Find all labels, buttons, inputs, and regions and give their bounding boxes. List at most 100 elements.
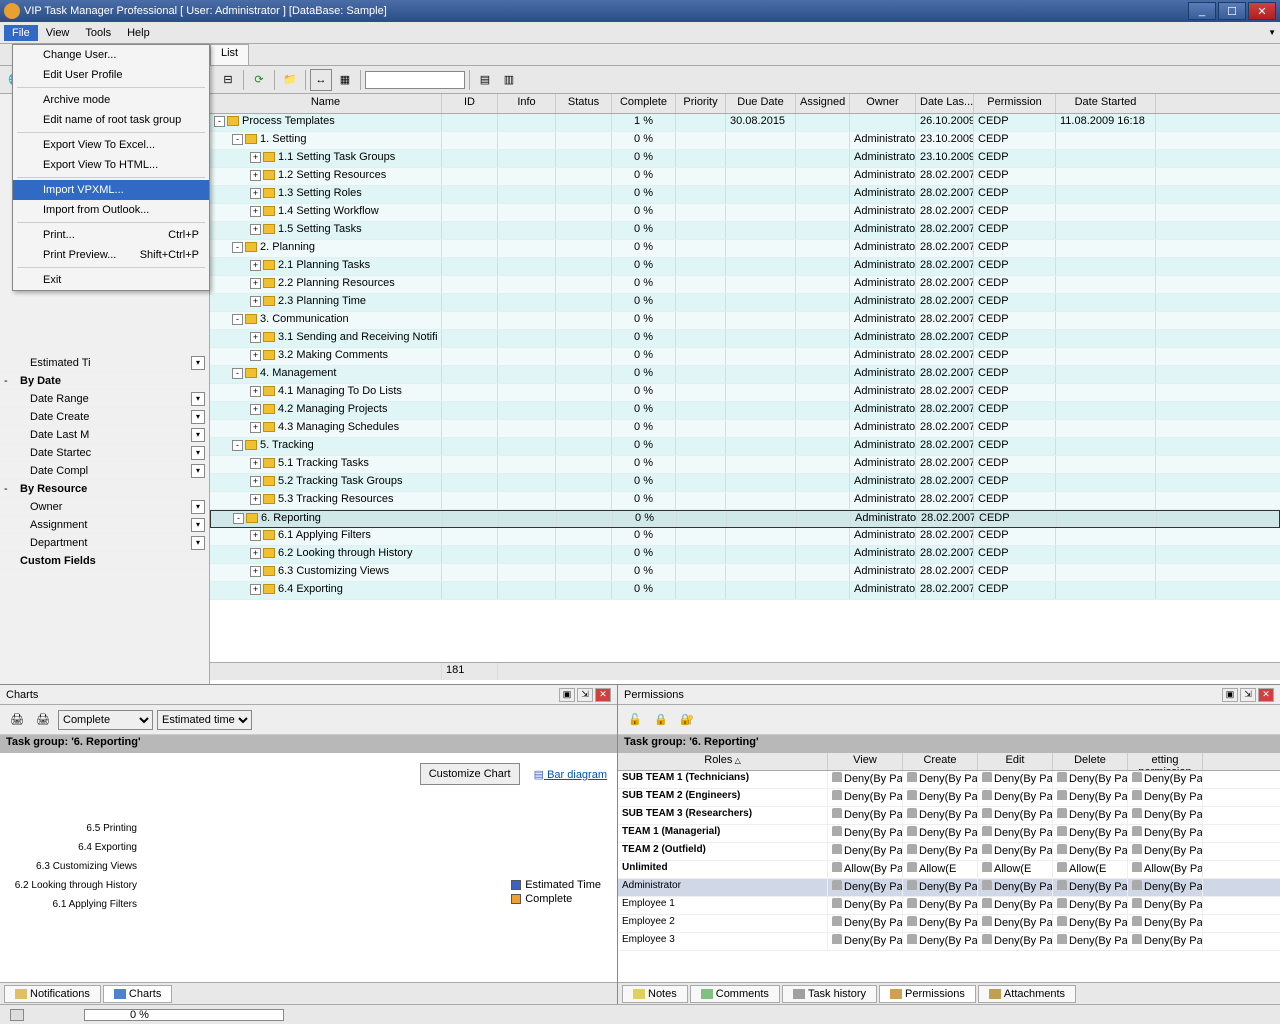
task-row[interactable]: +5.2 Tracking Task Groups0 %Administrato…: [210, 474, 1280, 492]
bottom-tab[interactable]: Charts: [103, 985, 172, 1003]
column-header[interactable]: Due Date: [726, 94, 796, 113]
tool-filter2-icon[interactable]: ▥: [498, 69, 520, 91]
filter-row[interactable]: -By Date: [0, 372, 209, 390]
dropdown-icon[interactable]: ▾: [191, 356, 205, 370]
file-menu-item[interactable]: Edit User Profile: [13, 65, 209, 85]
tree-expand-icon[interactable]: +: [250, 296, 261, 307]
menu-view[interactable]: View: [38, 25, 78, 41]
charts-y-select[interactable]: Complete: [58, 710, 153, 730]
perm-column-header[interactable]: etting permission: [1128, 753, 1203, 770]
tree-expand-icon[interactable]: -: [232, 368, 243, 379]
charts-print-icon[interactable]: 🖨: [6, 709, 28, 731]
tree-expand-icon[interactable]: -: [232, 314, 243, 325]
permission-row[interactable]: Employee 2Deny(By PaDeny(By PaDeny(By Pa…: [618, 915, 1280, 933]
task-row[interactable]: -4. Management0 %Administrator28.02.2007…: [210, 366, 1280, 384]
dropdown-icon[interactable]: ▾: [191, 536, 205, 550]
tool-folder-icon[interactable]: 📁: [279, 69, 301, 91]
task-row[interactable]: +1.2 Setting Resources0 %Administrator28…: [210, 168, 1280, 186]
view-tab-list[interactable]: List: [210, 44, 249, 65]
task-row[interactable]: -6. Reporting0 %Administrator28.02.2007C…: [210, 510, 1280, 528]
tool-collapse-icon[interactable]: ⊟: [217, 69, 239, 91]
perm-tool3-icon[interactable]: 🔐: [676, 709, 698, 731]
column-header[interactable]: Date Started: [1056, 94, 1156, 113]
tree-expand-icon[interactable]: +: [250, 386, 261, 397]
perms-close-button[interactable]: ✕: [1258, 688, 1274, 702]
tree-expand-icon[interactable]: -: [214, 116, 225, 127]
filter-row[interactable]: Owner▾: [0, 498, 209, 516]
filter-row[interactable]: Date Range▾: [0, 390, 209, 408]
permission-row[interactable]: SUB TEAM 1 (Technicians)Deny(By PaDeny(B…: [618, 771, 1280, 789]
tree-expand-icon[interactable]: +: [250, 332, 261, 343]
perms-dock-button[interactable]: ▣: [1222, 688, 1238, 702]
permission-row[interactable]: TEAM 2 (Outfield)Deny(By PaDeny(By PaDen…: [618, 843, 1280, 861]
tree-expand-icon[interactable]: +: [250, 188, 261, 199]
permission-row[interactable]: Employee 1Deny(By PaDeny(By PaDeny(By Pa…: [618, 897, 1280, 915]
dropdown-icon[interactable]: ▾: [191, 518, 205, 532]
task-row[interactable]: +4.2 Managing Projects0 %Administrator28…: [210, 402, 1280, 420]
file-menu-item[interactable]: Export View To HTML...: [13, 155, 209, 175]
tree-expand-icon[interactable]: +: [250, 422, 261, 433]
file-menu-item[interactable]: Import from Outlook...: [13, 200, 209, 220]
permission-row[interactable]: SUB TEAM 3 (Researchers)Deny(By PaDeny(B…: [618, 807, 1280, 825]
tool-autofit-icon[interactable]: ↔: [310, 69, 332, 91]
file-menu-item[interactable]: Print...Ctrl+P: [13, 225, 209, 245]
file-menu-item[interactable]: Edit name of root task group: [13, 110, 209, 130]
tool-filter1-icon[interactable]: ▤: [474, 69, 496, 91]
dropdown-icon[interactable]: ▾: [191, 464, 205, 478]
dropdown-icon[interactable]: ▾: [191, 500, 205, 514]
task-row[interactable]: +4.3 Managing Schedules0 %Administrator2…: [210, 420, 1280, 438]
charts-close-button[interactable]: ✕: [595, 688, 611, 702]
bottom-tab[interactable]: Attachments: [978, 985, 1076, 1003]
tree-expand-icon[interactable]: +: [250, 548, 261, 559]
permission-row[interactable]: TEAM 1 (Managerial)Deny(By PaDeny(By PaD…: [618, 825, 1280, 843]
task-row[interactable]: -5. Tracking0 %Administrator28.02.2007CE…: [210, 438, 1280, 456]
perm-column-header[interactable]: Edit: [978, 753, 1053, 770]
search-input[interactable]: [365, 71, 465, 89]
perms-pin-button[interactable]: ⇲: [1240, 688, 1256, 702]
file-menu-item[interactable]: Change User...: [13, 45, 209, 65]
task-row[interactable]: +1.3 Setting Roles0 %Administrator28.02.…: [210, 186, 1280, 204]
task-row[interactable]: -Process Templates1 %30.08.201526.10.200…: [210, 114, 1280, 132]
file-menu-item[interactable]: Archive mode: [13, 90, 209, 110]
dropdown-icon[interactable]: ▾: [191, 392, 205, 406]
tree-expand-icon[interactable]: -: [233, 513, 244, 524]
column-header[interactable]: ID: [442, 94, 498, 113]
tree-expand-icon[interactable]: +: [250, 152, 261, 163]
task-row[interactable]: +6.4 Exporting0 %Administrator28.02.2007…: [210, 582, 1280, 600]
filter-row[interactable]: Custom Fields: [0, 552, 209, 570]
tree-expand-icon[interactable]: +: [250, 530, 261, 541]
bottom-tab[interactable]: Notifications: [4, 985, 101, 1003]
task-row[interactable]: +6.2 Looking through History0 %Administr…: [210, 546, 1280, 564]
permission-row[interactable]: Employee 3Deny(By PaDeny(By PaDeny(By Pa…: [618, 933, 1280, 951]
task-row[interactable]: +2.2 Planning Resources0 %Administrator2…: [210, 276, 1280, 294]
tool-refresh-icon[interactable]: ⟳: [248, 69, 270, 91]
tree-expand-icon[interactable]: +: [250, 404, 261, 415]
task-row[interactable]: -2. Planning0 %Administrator28.02.2007CE…: [210, 240, 1280, 258]
task-row[interactable]: +5.3 Tracking Resources0 %Administrator2…: [210, 492, 1280, 510]
bottom-tab[interactable]: Notes: [622, 985, 688, 1003]
task-row[interactable]: +6.1 Applying Filters0 %Administrator28.…: [210, 528, 1280, 546]
perm-tool2-icon[interactable]: 🔒: [650, 709, 672, 731]
perm-column-header[interactable]: View: [828, 753, 903, 770]
task-row[interactable]: -3. Communication0 %Administrator28.02.2…: [210, 312, 1280, 330]
dropdown-icon[interactable]: ▾: [191, 428, 205, 442]
column-header[interactable]: Priority: [676, 94, 726, 113]
permission-row[interactable]: AdministratorDeny(By PaDeny(By PaDeny(By…: [618, 879, 1280, 897]
minimize-button[interactable]: _: [1188, 2, 1216, 20]
task-row[interactable]: +1.5 Setting Tasks0 %Administrator28.02.…: [210, 222, 1280, 240]
task-row[interactable]: +4.1 Managing To Do Lists0 %Administrato…: [210, 384, 1280, 402]
column-header[interactable]: Assigned: [796, 94, 850, 113]
bottom-tab[interactable]: Comments: [690, 985, 780, 1003]
tree-expand-icon[interactable]: +: [250, 278, 261, 289]
column-header[interactable]: Complete: [612, 94, 676, 113]
task-row[interactable]: +2.1 Planning Tasks0 %Administrator28.02…: [210, 258, 1280, 276]
column-header[interactable]: Date Las...: [916, 94, 974, 113]
menu-tools[interactable]: Tools: [77, 25, 119, 41]
bar-diagram-link[interactable]: ▤ Bar diagram: [534, 768, 607, 781]
filter-row[interactable]: Date Create▾: [0, 408, 209, 426]
column-header[interactable]: Owner: [850, 94, 916, 113]
tree-expand-icon[interactable]: +: [250, 584, 261, 595]
column-header[interactable]: Info: [498, 94, 556, 113]
charts-pin-button[interactable]: ⇲: [577, 688, 593, 702]
task-row[interactable]: +5.1 Tracking Tasks0 %Administrator28.02…: [210, 456, 1280, 474]
